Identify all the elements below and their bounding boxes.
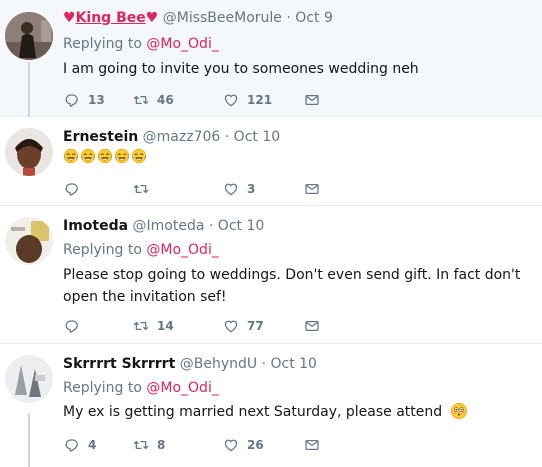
tweet-ernestein[interactable]: Ernestein @mazz706 · Oct 10 3 <box>0 117 542 206</box>
thread-line <box>28 413 30 467</box>
heart-icon <box>223 437 239 453</box>
retweet-button[interactable] <box>133 179 157 199</box>
envelope-icon <box>304 181 320 197</box>
tweet-skrrrrt[interactable]: Skrrrrt Skrrrrt @BehyndU · Oct 10 Replyi… <box>0 344 542 467</box>
tweet-actions: 13 46 121 <box>63 90 363 110</box>
envelope-icon <box>304 318 320 334</box>
mention-link[interactable]: @Mo_Odi_ <box>146 36 218 52</box>
separator-dot: · <box>261 356 267 372</box>
separator-dot: · <box>208 218 214 234</box>
retweet-button[interactable]: 14 <box>133 316 174 336</box>
tweet-actions: 14 77 <box>63 316 363 336</box>
retweet-icon <box>133 437 149 453</box>
flushed-face-emoji <box>450 402 468 420</box>
direct-message-button[interactable] <box>304 179 328 199</box>
reply-count: 13 <box>88 93 105 107</box>
direct-message-button[interactable] <box>304 90 328 110</box>
replying-label: Replying to <box>63 242 142 258</box>
tweet-text: Please stop going to weddings. Don't eve… <box>63 267 521 305</box>
display-name[interactable]: Ernestein <box>63 129 138 145</box>
like-count: 26 <box>247 438 264 452</box>
tweet-date[interactable]: Oct 10 <box>270 356 316 372</box>
avatar[interactable] <box>5 217 53 265</box>
tweet-text <box>63 147 533 168</box>
tweet-imoteda[interactable]: Imoteda @Imoteda · Oct 10 Replying to @M… <box>0 206 542 344</box>
direct-message-button[interactable] <box>304 435 328 455</box>
mention-link[interactable]: @Mo_Odi_ <box>146 242 218 258</box>
direct-message-button[interactable] <box>304 316 328 336</box>
tweet-header: ♥King Bee♥ @MissBeeMorule · Oct 9 <box>63 9 333 28</box>
retweet-count: 8 <box>157 438 166 452</box>
reply-button[interactable]: 13 <box>64 90 105 110</box>
envelope-icon <box>304 92 320 108</box>
replying-to: Replying to @Mo_Odi_ <box>63 379 219 398</box>
like-count: 77 <box>247 319 264 333</box>
tweet-date[interactable]: Oct 9 <box>295 10 333 26</box>
user-handle[interactable]: @mazz706 <box>143 129 221 145</box>
heart-emoji-icon: ♥ <box>63 10 76 26</box>
tweet-actions: 3 <box>63 179 363 199</box>
heart-icon <box>223 92 239 108</box>
face-with-tears-of-joy-emoji <box>80 148 96 164</box>
replying-label: Replying to <box>63 36 142 52</box>
replying-to: Replying to @Mo_Odi_ <box>63 35 219 54</box>
retweet-icon <box>133 92 149 108</box>
reply-count: 4 <box>88 438 97 452</box>
reply-button[interactable]: 4 <box>64 435 96 455</box>
like-count: 121 <box>247 93 273 107</box>
retweet-button[interactable]: 8 <box>133 435 165 455</box>
display-name[interactable]: King Bee <box>76 10 146 26</box>
tweet-header: Imoteda @Imoteda · Oct 10 <box>63 217 264 236</box>
retweet-icon <box>133 318 149 334</box>
face-with-tears-of-joy-emoji <box>114 148 130 164</box>
reply-icon <box>64 181 80 197</box>
retweet-button[interactable]: 46 <box>133 90 174 110</box>
retweet-count: 14 <box>157 319 174 333</box>
retweet-count: 46 <box>157 93 174 107</box>
tweet-king-bee[interactable]: ♥King Bee♥ @MissBeeMorule · Oct 9 Replyi… <box>0 0 542 117</box>
user-handle[interactable]: @BehyndU <box>180 356 257 372</box>
user-handle[interactable]: @MissBeeMorule <box>163 10 282 26</box>
tweet-actions: 4 8 26 <box>63 435 363 455</box>
tweet-date[interactable]: Oct 10 <box>234 129 280 145</box>
separator-dot: · <box>224 129 230 145</box>
reply-button[interactable] <box>64 179 88 199</box>
display-name[interactable]: Imoteda <box>63 218 128 234</box>
reply-icon <box>64 437 80 453</box>
replying-label: Replying to <box>63 380 142 396</box>
face-with-tears-of-joy-emoji <box>97 148 113 164</box>
face-with-tears-of-joy-emoji <box>131 148 147 164</box>
envelope-icon <box>304 437 320 453</box>
heart-icon <box>223 318 239 334</box>
like-button[interactable]: 77 <box>223 316 264 336</box>
display-name[interactable]: Skrrrrt Skrrrrt <box>63 356 175 372</box>
tweet-text: My ex is getting married next Saturday, … <box>63 404 443 420</box>
like-count: 3 <box>247 182 256 196</box>
avatar[interactable] <box>5 355 53 403</box>
mention-link[interactable]: @Mo_Odi_ <box>146 380 218 396</box>
replying-to: Replying to @Mo_Odi_ <box>63 241 219 260</box>
tweet-text: I am going to invite you to someones wed… <box>63 61 419 77</box>
like-button[interactable]: 121 <box>223 90 272 110</box>
reply-button[interactable] <box>64 316 88 336</box>
like-button[interactable]: 26 <box>223 435 264 455</box>
reply-icon <box>64 318 80 334</box>
user-handle[interactable]: @Imoteda <box>133 218 205 234</box>
tweet-header: Ernestein @mazz706 · Oct 10 <box>63 128 280 147</box>
heart-emoji-icon: ♥ <box>145 10 159 26</box>
face-with-tears-of-joy-emoji <box>63 148 79 164</box>
tweet-text-container: My ex is getting married next Saturday, … <box>63 402 533 423</box>
like-button[interactable]: 3 <box>223 179 255 199</box>
retweet-icon <box>133 181 149 197</box>
heart-icon <box>223 181 239 197</box>
avatar[interactable] <box>5 128 53 176</box>
tweet-date[interactable]: Oct 10 <box>218 218 264 234</box>
reply-icon <box>64 92 80 108</box>
separator-dot: · <box>286 10 291 26</box>
tweet-header: Skrrrrt Skrrrrt @BehyndU · Oct 10 <box>63 355 317 374</box>
thread-line <box>28 62 30 117</box>
avatar[interactable] <box>5 12 53 60</box>
